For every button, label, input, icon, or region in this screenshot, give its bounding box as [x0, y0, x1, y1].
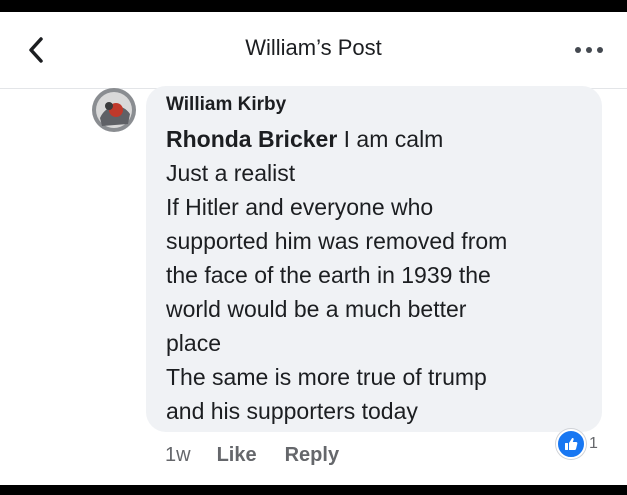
ellipsis-icon [575, 47, 603, 53]
like-button[interactable]: Like [217, 444, 257, 467]
comment-line: If Hitler and everyone who [166, 194, 434, 220]
avatar[interactable] [92, 88, 136, 132]
reaction-count: 1 [589, 435, 598, 452]
comment-timestamp[interactable]: 1w [165, 444, 191, 467]
comment-actions: 1w Like Reply [165, 440, 367, 470]
comment-text: Rhonda Bricker I am calm Just a realist … [166, 122, 596, 428]
comment-line: Rhonda Bricker I am calm [166, 126, 444, 152]
more-options-button[interactable] [571, 40, 607, 60]
screenshot-bottom-edge [0, 485, 627, 495]
reply-button[interactable]: Reply [285, 444, 339, 467]
reaction-summary[interactable]: 1 [556, 429, 598, 459]
comment-bubble: William Kirby Rhonda Bricker I am calm J… [146, 86, 602, 432]
comment-line: supported him was removed from [166, 228, 508, 254]
thumbs-up-icon [556, 429, 586, 459]
comment-line: The same is more true of trump [166, 364, 487, 390]
post-header: William’s Post [0, 12, 627, 89]
comment-author[interactable]: William Kirby [166, 94, 286, 116]
comment-line: the face of the earth in 1939 the [166, 262, 491, 288]
comment-line: world would be a much better [166, 296, 467, 322]
comment-line: place [166, 330, 221, 356]
comment-line: Just a realist [166, 160, 296, 186]
screenshot-top-edge [0, 0, 627, 12]
page-title: William’s Post [245, 35, 382, 60]
comment-line: and his supporters today [166, 398, 418, 424]
mention-link[interactable]: Rhonda Bricker [166, 126, 337, 152]
profile-photo [92, 88, 136, 132]
